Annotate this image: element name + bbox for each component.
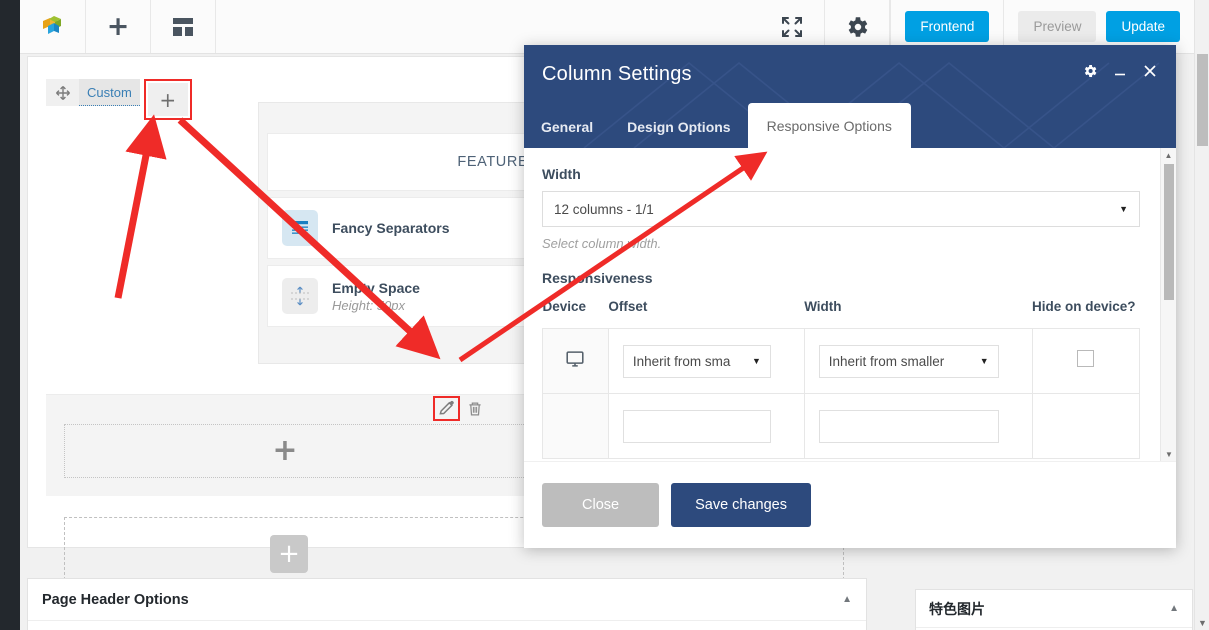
featured-image-metabox: 特色图片 ▲ 设为特色图像 [915,589,1193,630]
tab-responsive-options[interactable]: Responsive Options [747,103,911,148]
caret-up-icon[interactable]: ▲ [842,594,852,605]
responsiveness-label: Responsiveness [542,270,653,286]
page-header-options-metabox: Page Header Options ▲ [27,578,867,630]
app-root: + Frontend Preview Update Custom + FEATU… [0,0,1209,630]
fancy-separators-icon [282,210,318,246]
row-label-custom[interactable]: Custom [79,79,140,106]
move-arrows-icon [55,85,70,100]
save-changes-button[interactable]: Save changes [671,483,811,527]
col-offset: Offset [608,299,648,314]
highlight-add-element: + [143,79,192,120]
column-settings-modal: Column Settings General Design Options R… [524,45,1176,548]
modal-tabs: General Design Options Responsive Option… [524,103,911,148]
table-row [542,393,1141,459]
frontend-button[interactable]: Frontend [905,11,990,42]
hide-cell [1031,393,1141,459]
trash-delete-icon[interactable] [466,400,484,418]
empty-space-icon [282,278,318,314]
tab-general[interactable]: General [524,107,610,148]
plus-icon[interactable]: + [272,436,297,466]
toolbar-add-element-button[interactable]: + [86,0,151,53]
chevron-down-icon: ▼ [979,356,989,366]
modal-scrollbar-thumb[interactable] [1164,164,1174,300]
table-header-row: Device Offset Width Hide on device? [543,299,1140,329]
featured-image-title: 特色图片 [929,600,985,617]
pencil-edit-icon[interactable] [437,399,456,418]
element-subtitle: Height: 50px [332,297,405,313]
page-scrollbar[interactable]: ▼ [1194,0,1209,630]
caret-up-icon[interactable]: ▲ [1161,148,1176,162]
chevron-down-icon: ▼ [1119,204,1128,214]
device-cell [542,328,609,394]
width-value: Inherit from smaller [828,353,945,369]
modal-body: Width 12 columns - 1/1 ▼ Select column w… [524,148,1176,461]
offset-cell [607,393,805,459]
width-cell: Inherit from smaller ▼ [803,328,1033,394]
tab-design-options[interactable]: Design Options [610,107,747,148]
vc-logo[interactable] [20,0,86,53]
layout-templates-icon [173,17,193,36]
update-button[interactable]: Update [1106,11,1180,42]
modal-header: Column Settings General Design Options R… [524,45,1176,148]
offset-cell: Inherit from sma ▼ [607,328,805,394]
toolbar-templates-button[interactable] [151,0,216,53]
width-select[interactable] [818,409,999,443]
row-drag-handle[interactable] [46,79,79,106]
wp-admin-rail [0,0,20,630]
caret-down-icon[interactable]: ▼ [1195,618,1209,628]
preview-button[interactable]: Preview [1018,11,1097,42]
gear-icon [849,16,868,37]
minimize-icon[interactable] [1112,63,1128,79]
caret-down-icon[interactable]: ▼ [1161,447,1177,461]
hide-on-device-checkbox[interactable] [1077,350,1095,367]
add-row-button[interactable]: + [270,534,308,573]
chevron-down-icon: ▼ [751,356,761,366]
row-add-element-button[interactable]: + [147,83,188,116]
desktop-monitor-icon [566,350,584,367]
element-title: Fancy Separators [332,220,450,236]
column-width-value: 12 columns - 1/1 [554,201,654,217]
responsiveness-table: Device Offset Width Hide on device? Inhe… [542,299,1141,459]
modal-scrollbar[interactable]: ▲ ▼ [1160,148,1176,461]
col-width: Width [804,299,842,314]
modal-title: Column Settings [542,63,692,85]
width-field-label: Width [542,166,581,182]
col-hide-on-device: Hide on device? [1032,299,1136,314]
column-width-select[interactable]: 12 columns - 1/1 ▼ [542,191,1140,227]
hide-cell [1031,328,1141,394]
width-cell [803,393,1033,459]
element-title: Empty Space [332,279,420,296]
col-device: Device [542,299,587,314]
metabox-body [28,621,866,630]
device-cell [542,393,609,459]
highlight-edit-column [433,396,460,421]
offset-select[interactable]: Inherit from sma ▼ [622,344,771,378]
page-scrollbar-thumb[interactable] [1197,54,1208,146]
width-select[interactable]: Inherit from smaller ▼ [818,344,999,378]
width-field-help: Select column width. [542,236,662,251]
plus-icon: + [106,11,130,42]
visual-composer-logo-icon [42,15,61,34]
fullscreen-expand-icon [782,16,803,37]
metabox-header[interactable]: Page Header Options ▲ [28,579,866,621]
offset-value: Inherit from sma [632,353,731,369]
offset-select[interactable] [622,409,771,443]
close-x-icon[interactable] [1142,63,1158,79]
modal-header-actions [1082,63,1158,79]
caret-up-icon[interactable]: ▲ [1169,603,1179,614]
table-row: Inherit from sma ▼ Inherit from smaller … [542,328,1141,394]
featured-image-header[interactable]: 特色图片 ▲ [916,590,1192,628]
gear-icon[interactable] [1082,63,1098,79]
modal-footer: Close Save changes [524,461,1176,548]
metabox-title: Page Header Options [42,591,189,608]
row-controls: Custom + [46,79,192,120]
close-button[interactable]: Close [542,483,660,527]
